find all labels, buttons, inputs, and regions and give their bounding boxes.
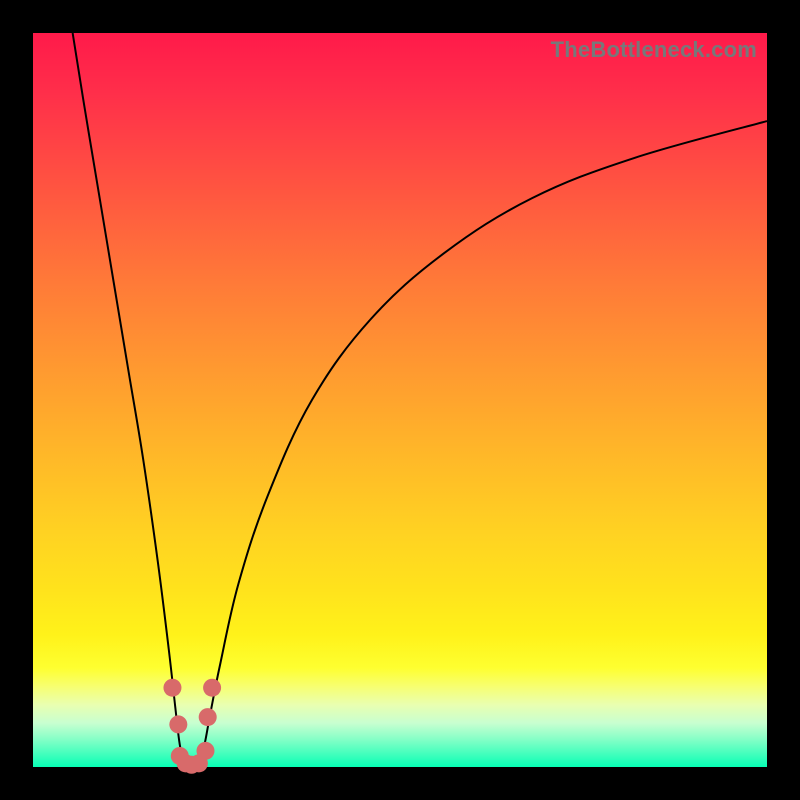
valley-marker: [196, 742, 214, 760]
curve-left-branch: [73, 33, 185, 764]
valley-marker: [203, 679, 221, 697]
valley-marker: [163, 679, 181, 697]
curve-right-branch: [199, 121, 767, 764]
chart-svg: [33, 33, 767, 767]
chart-area: TheBottleneck.com: [33, 33, 767, 767]
valley-markers-group: [163, 679, 221, 774]
valley-marker: [169, 715, 187, 733]
valley-marker: [199, 708, 217, 726]
